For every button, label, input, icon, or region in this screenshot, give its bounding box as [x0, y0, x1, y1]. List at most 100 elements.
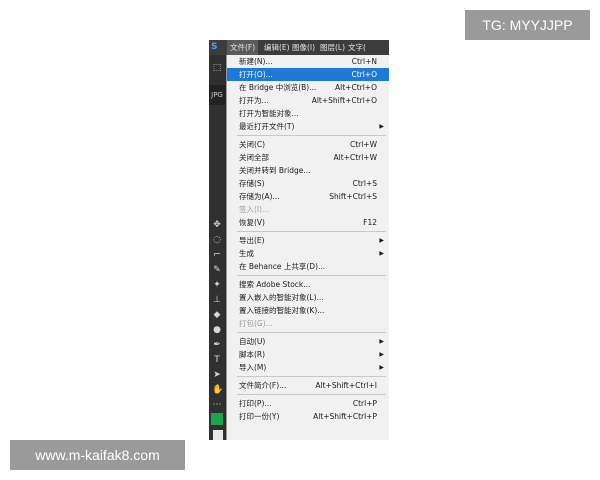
menu-item-shortcut: Alt+Shift+Ctrl+I — [315, 381, 377, 390]
menu-item: 签入(I)... — [227, 203, 389, 216]
menu-item-label: 最近打开文件(T) — [239, 122, 295, 131]
menu-bar: S 文件(F) 编辑(E) 图像(I) 图层(L) 文字( — [209, 40, 389, 55]
menu-item-label: 导出(E) — [239, 236, 265, 245]
menu-item[interactable]: 在 Bridge 中浏览(B)... Alt+Ctrl+O — [227, 81, 389, 94]
menu-item[interactable]: 存储(S) Ctrl+S — [227, 177, 389, 190]
eraser-tool-icon[interactable]: ◆ — [212, 310, 222, 320]
menu-item[interactable]: 关闭全部 Alt+Ctrl+W — [227, 151, 389, 164]
menu-item-label: 签入(I)... — [239, 205, 270, 214]
menu-item-label: 打开为智能对象... — [239, 109, 299, 118]
menu-item-shortcut: Ctrl+N — [351, 57, 377, 66]
menu-item-shortcut: Ctrl+W — [349, 140, 377, 149]
menu-item-shortcut: Alt+Ctrl+O — [335, 83, 377, 92]
menu-item-label: 自动(U) — [239, 337, 266, 346]
menu-item[interactable]: 搜索 Adobe Stock... — [227, 278, 389, 291]
blur-tool-icon[interactable]: ● — [212, 325, 222, 335]
move-tool-icon[interactable]: ✥ — [212, 220, 222, 230]
menu-item[interactable]: 置入链接的智能对象(K)... — [227, 304, 389, 317]
menu-item[interactable]: 存储为(A)... Shift+Ctrl+S — [227, 190, 389, 203]
submenu-arrow-icon: ▶ — [379, 250, 384, 257]
app-logo: S — [211, 42, 218, 52]
menu-item[interactable]: 导出(E) ▶ — [227, 234, 389, 247]
menu-item-label: 关闭并转到 Bridge... — [239, 166, 311, 175]
menu-item[interactable]: 新建(N)... Ctrl+N — [227, 55, 389, 68]
tools-panel: JPG ⬚ ✥ ◌ ⌐ ✎ ✦ ⊥ ◆ ● ✒ T ➤ ✋ ⋯ — [209, 55, 225, 440]
marquee-tool-icon[interactable]: ⬚ — [212, 63, 222, 73]
crop-tool-icon[interactable]: ⌐ — [212, 250, 222, 260]
menu-item[interactable]: 文件简介(F)... Alt+Shift+Ctrl+I — [227, 379, 389, 392]
menu-item[interactable]: 生成 ▶ — [227, 247, 389, 260]
menu-item-label: 恢复(V) — [239, 218, 265, 227]
menu-item-shortcut: F12 — [363, 218, 377, 227]
menu-item-label: 生成 — [239, 249, 254, 258]
foreground-color-swatch[interactable] — [211, 413, 223, 425]
eyedropper-tool-icon[interactable]: ✎ — [212, 265, 222, 275]
menu-item-shortcut: Ctrl+P — [352, 399, 377, 408]
menu-item[interactable]: 自动(U) ▶ — [227, 335, 389, 348]
brush-tool-icon[interactable]: ✦ — [212, 280, 222, 290]
menu-item[interactable]: 最近打开文件(T) ▶ — [227, 120, 389, 133]
menu-item[interactable]: 脚本(R) ▶ — [227, 348, 389, 361]
menu-item[interactable]: 打开(O)... Ctrl+O — [227, 68, 389, 81]
menu-edit[interactable]: 编辑(E) — [261, 40, 293, 55]
type-tool-icon[interactable]: T — [212, 355, 222, 365]
menu-item-shortcut: Alt+Shift+Ctrl+O — [311, 96, 377, 105]
submenu-arrow-icon: ▶ — [379, 364, 384, 371]
menu-type[interactable]: 文字( — [345, 40, 369, 55]
menu-item-label: 置入嵌入的智能对象(L)... — [239, 293, 324, 302]
menu-item-label: 文件简介(F)... — [239, 381, 287, 390]
menu-item-label: 在 Bridge 中浏览(B)... — [239, 83, 317, 92]
menu-separator — [237, 275, 386, 276]
menu-item-shortcut: Ctrl+S — [352, 179, 377, 188]
menu-separator — [237, 376, 386, 377]
menu-item[interactable]: 打印(P)... Ctrl+P — [227, 397, 389, 410]
menu-item-label: 新建(N)... — [239, 57, 273, 66]
menu-item-label: 搜索 Adobe Stock... — [239, 280, 311, 289]
file-menu-dropdown: 新建(N)... Ctrl+N 打开(O)... Ctrl+O 在 Bridge 中浏览… — [226, 55, 389, 440]
menu-item-label: 打包(G)... — [239, 319, 273, 328]
menu-item-label: 置入链接的智能对象(K)... — [239, 306, 325, 315]
watermark-site: www.m-kaifak8.com — [10, 440, 185, 470]
menu-item-label: 打印一份(Y) — [239, 412, 280, 421]
lasso-tool-icon[interactable]: ◌ — [212, 235, 222, 245]
watermark-tg: TG: MYYJJPP — [465, 10, 590, 40]
menu-item-label: 在 Behance 上共享(D)... — [239, 262, 326, 271]
menu-separator — [237, 394, 386, 395]
menu-item[interactable]: 打开为... Alt+Shift+Ctrl+O — [227, 94, 389, 107]
menu-item: 打包(G)... — [227, 317, 389, 330]
document-tab[interactable]: JPG — [209, 85, 225, 105]
menu-item-label: 关闭全部 — [239, 153, 269, 162]
menu-layer[interactable]: 图层(L) — [317, 40, 348, 55]
menu-item-label: 存储为(A)... — [239, 192, 280, 201]
menu-item-shortcut: Shift+Ctrl+S — [329, 192, 377, 201]
menu-item[interactable]: 恢复(V) F12 — [227, 216, 389, 229]
pen-tool-icon[interactable]: ✒ — [212, 340, 222, 350]
submenu-arrow-icon: ▶ — [379, 351, 384, 358]
menu-item[interactable]: 置入嵌入的智能对象(L)... — [227, 291, 389, 304]
photoshop-window: S 文件(F) 编辑(E) 图像(I) 图层(L) 文字( JPG ⬚ ✥ ◌ … — [209, 40, 389, 440]
menu-image[interactable]: 图像(I) — [289, 40, 318, 55]
menu-item[interactable]: 导入(M) ▶ — [227, 361, 389, 374]
menu-item-shortcut: Ctrl+O — [351, 70, 377, 79]
menu-item-label: 导入(M) — [239, 363, 267, 372]
submenu-arrow-icon: ▶ — [379, 237, 384, 244]
menu-item[interactable]: 关闭并转到 Bridge... — [227, 164, 389, 177]
menu-item-label: 打开(O)... — [239, 70, 273, 79]
menu-item-label: 脚本(R) — [239, 350, 266, 359]
menu-item-label: 打开为... — [239, 96, 269, 105]
background-color-swatch[interactable] — [213, 430, 223, 440]
menu-file[interactable]: 文件(F) — [227, 40, 259, 55]
menu-separator — [237, 231, 386, 232]
menu-item-label: 关闭(C) — [239, 140, 266, 149]
menu-item[interactable]: 关闭(C) Ctrl+W — [227, 138, 389, 151]
menu-item[interactable]: 打开为智能对象... — [227, 107, 389, 120]
stamp-tool-icon[interactable]: ⊥ — [212, 295, 222, 305]
menu-item[interactable]: 打印一份(Y) Alt+Shift+Ctrl+P — [227, 410, 389, 423]
hand-tool-icon[interactable]: ✋ — [212, 385, 223, 395]
submenu-arrow-icon: ▶ — [379, 338, 384, 345]
menu-separator — [237, 332, 386, 333]
menu-item-shortcut: Alt+Ctrl+W — [333, 153, 377, 162]
menu-item[interactable]: 在 Behance 上共享(D)... — [227, 260, 389, 273]
more-tools-icon[interactable]: ⋯ — [212, 400, 222, 410]
path-select-tool-icon[interactable]: ➤ — [212, 370, 222, 380]
